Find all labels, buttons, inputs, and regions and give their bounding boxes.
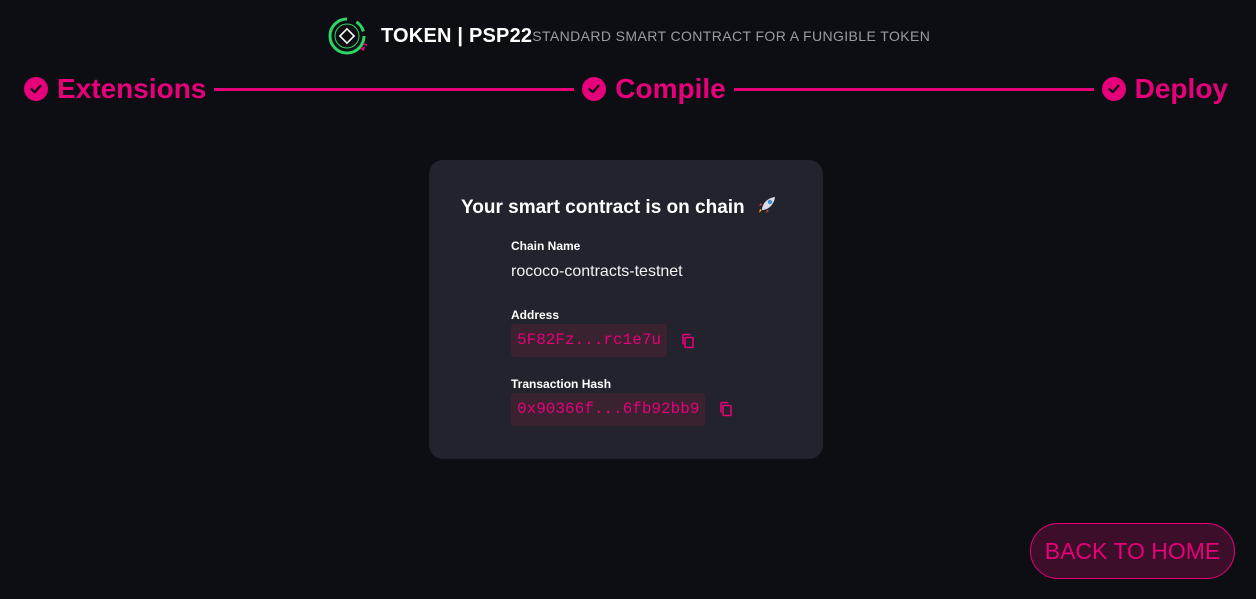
- copy-icon: [720, 401, 732, 417]
- back-to-home-button[interactable]: BACK TO HOME: [1030, 523, 1235, 579]
- step-label: Deploy: [1134, 73, 1228, 104]
- copy-address-button[interactable]: [678, 331, 698, 351]
- chain-name-value: rococo-contracts-testnet: [511, 263, 683, 280]
- address-value: 5F82Fz...rc1e7u: [511, 324, 668, 357]
- progress-stepper: Extensions Compile Deploy: [24, 70, 1228, 108]
- rocket-icon: [756, 194, 778, 222]
- check-circle-icon: [24, 77, 48, 101]
- copy-tx-hash-button[interactable]: [716, 399, 736, 419]
- contract-wizard-logo-icon: [327, 16, 369, 56]
- card-title-text: Your smart contract is on chain: [461, 197, 745, 218]
- header: TOKEN | PSP22 STANDARD SMART CONTRACT FO…: [327, 16, 930, 56]
- step-deploy: Deploy: [1101, 73, 1228, 105]
- deploy-result-card: Your smart contract is on chain Chain Na…: [429, 160, 823, 459]
- address-label: Address: [511, 308, 560, 322]
- brand-subtitle: STANDARD SMART CONTRACT FOR A FUNGIBLE T…: [532, 28, 931, 44]
- step-compile: Compile: [582, 73, 726, 105]
- card-title: Your smart contract is on chain: [461, 194, 778, 222]
- tx-hash-label: Transaction Hash: [511, 377, 612, 391]
- deploy-success-page: TOKEN | PSP22 STANDARD SMART CONTRACT FO…: [0, 0, 1256, 599]
- step-extensions: Extensions: [24, 73, 206, 105]
- tx-hash-value: 0x90366f...6fb92bb9: [511, 393, 706, 426]
- step-label: Extensions: [57, 73, 207, 104]
- copy-icon: [682, 333, 694, 349]
- brand-title: TOKEN | PSP22: [381, 24, 533, 47]
- check-circle-icon: [582, 77, 607, 101]
- chain-name-label: Chain Name: [511, 239, 581, 253]
- step-connector: [214, 87, 575, 91]
- check-circle-icon: [1101, 77, 1126, 101]
- step-label: Compile: [615, 73, 726, 104]
- step-connector: [733, 87, 1094, 91]
